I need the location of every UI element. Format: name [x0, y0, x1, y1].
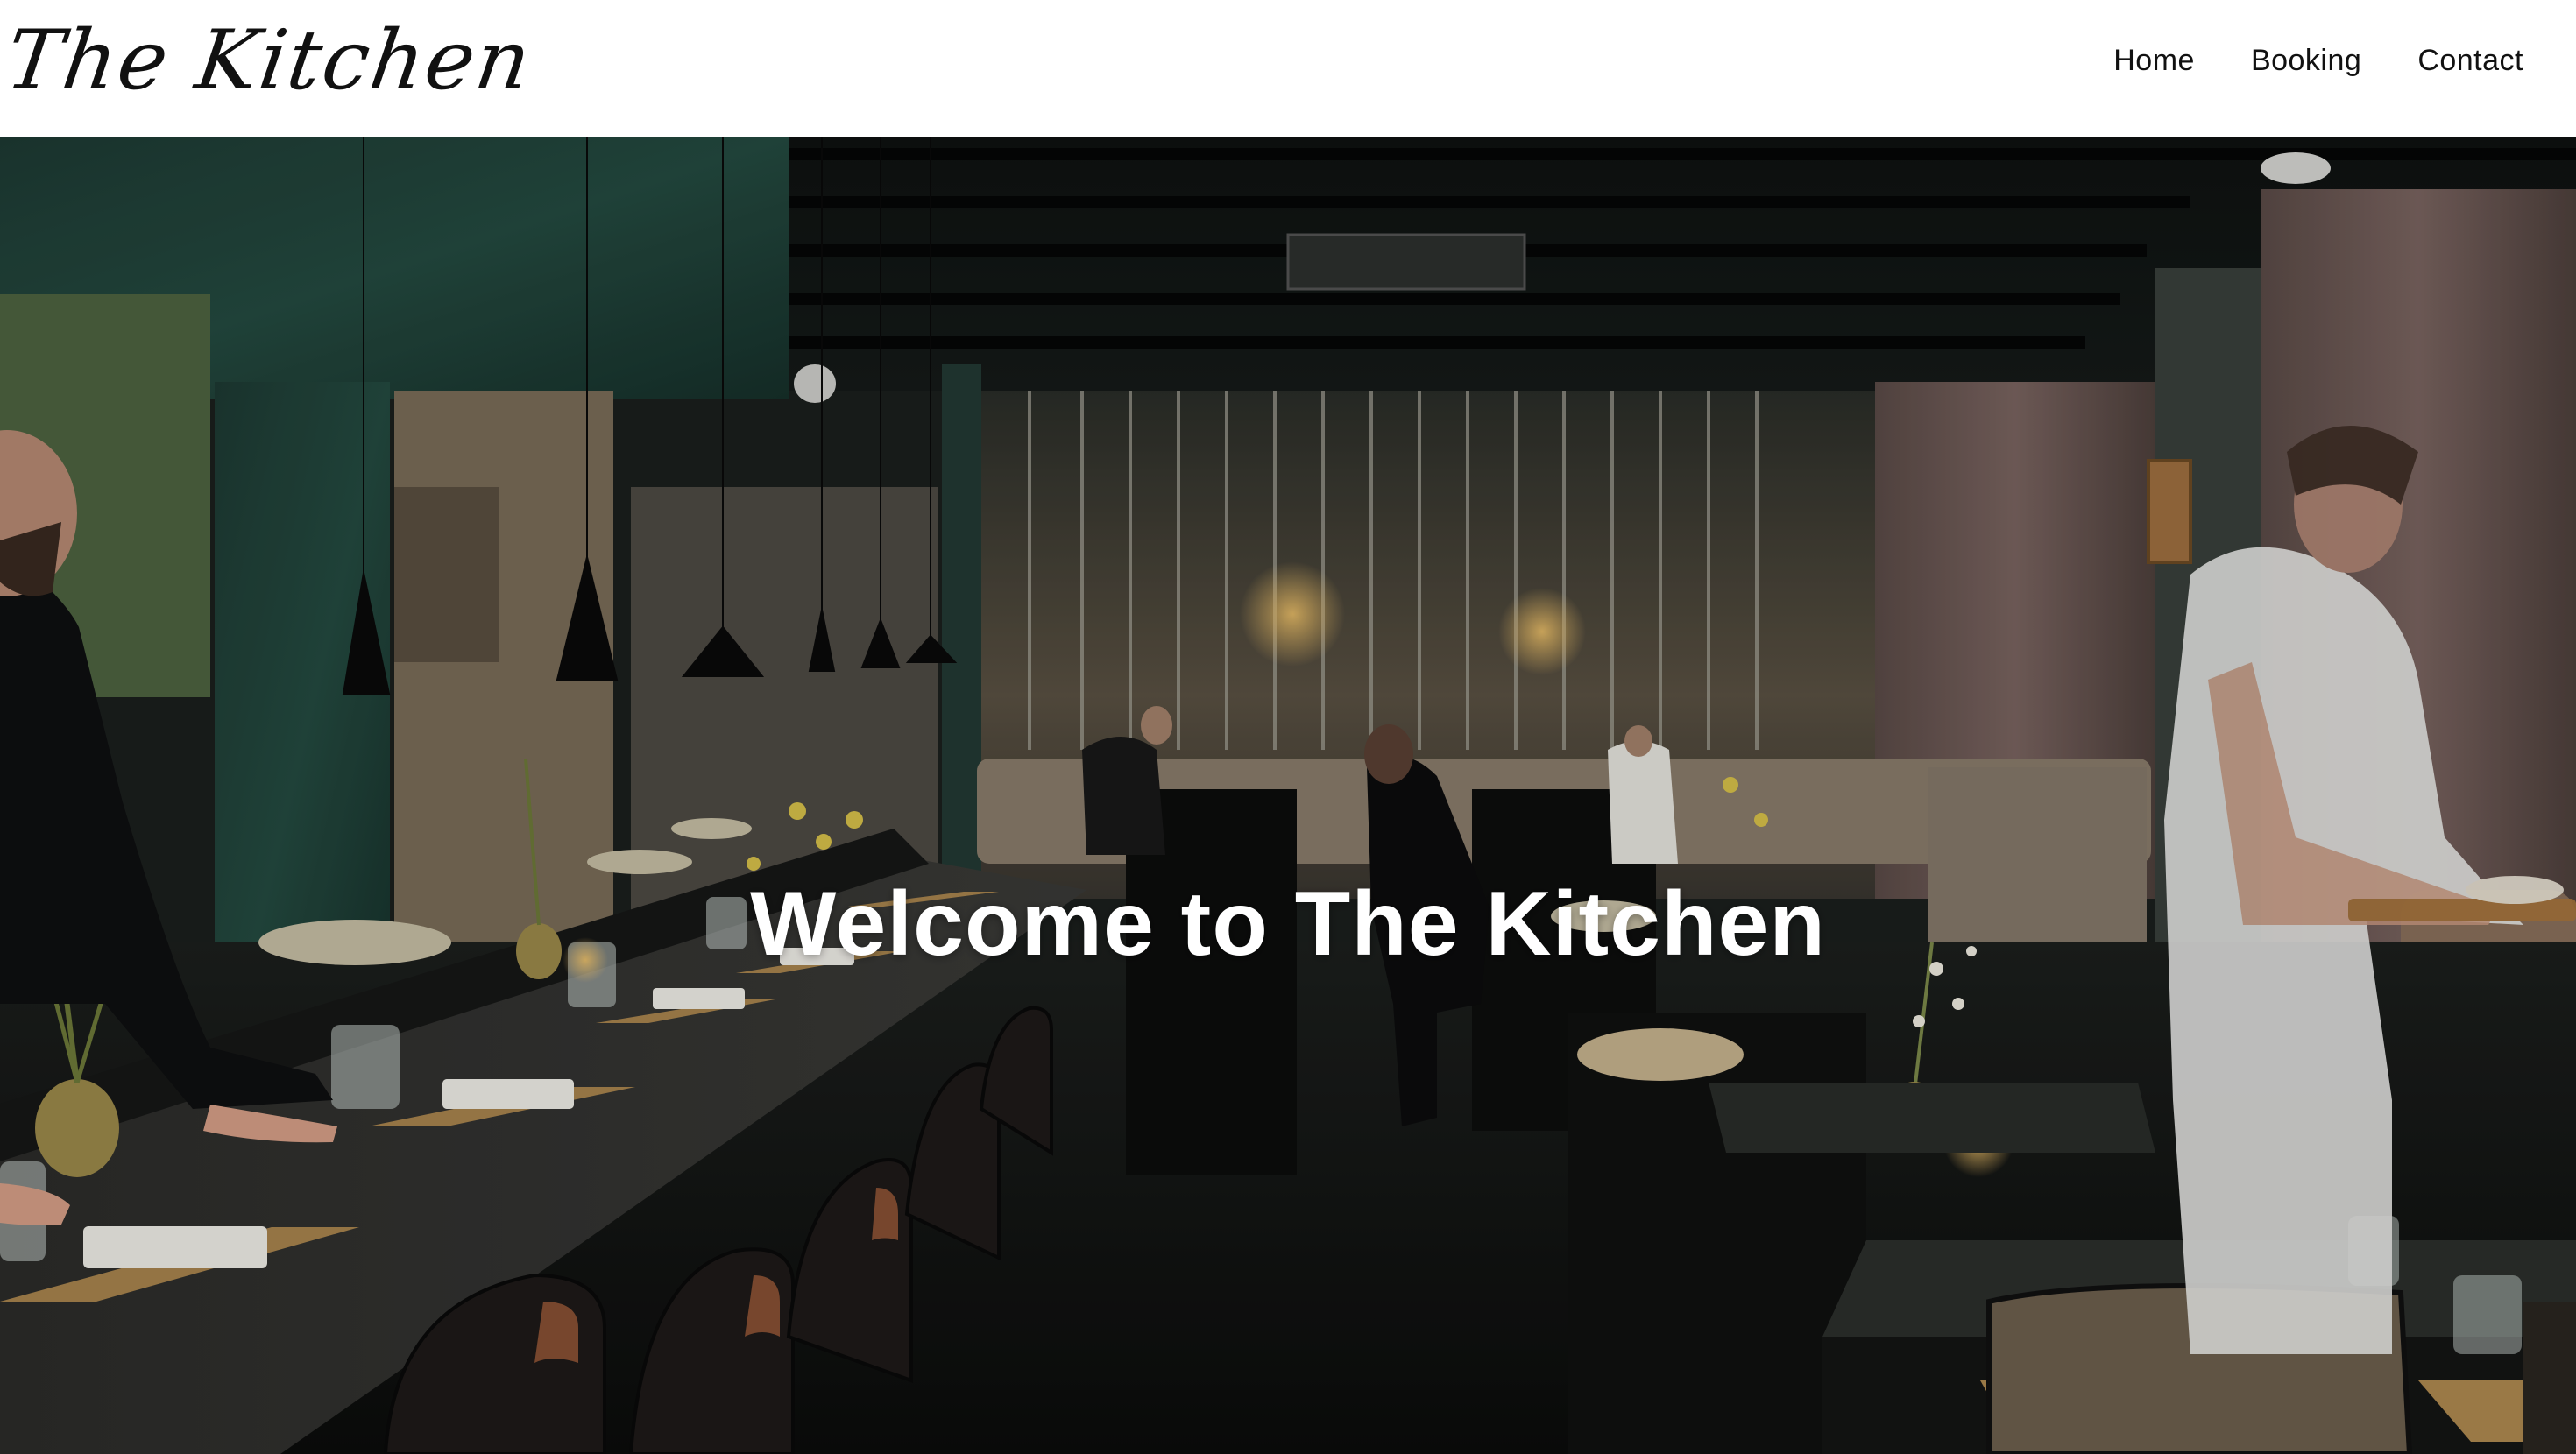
hero-title: Welcome to The Kitchen: [750, 872, 1826, 975]
hero-image: [0, 137, 2576, 1454]
site-header: The Kitchen Home Booking Contact: [0, 0, 2576, 137]
nav-contact-link[interactable]: Contact: [2417, 44, 2523, 78]
nav-booking-link[interactable]: Booking: [2251, 44, 2361, 78]
nav-home-link[interactable]: Home: [2113, 44, 2195, 78]
main-nav: Home Booking Contact: [2113, 44, 2523, 78]
site-logo[interactable]: The Kitchen: [0, 12, 538, 109]
hero-section: Welcome to The Kitchen: [0, 137, 2576, 1454]
